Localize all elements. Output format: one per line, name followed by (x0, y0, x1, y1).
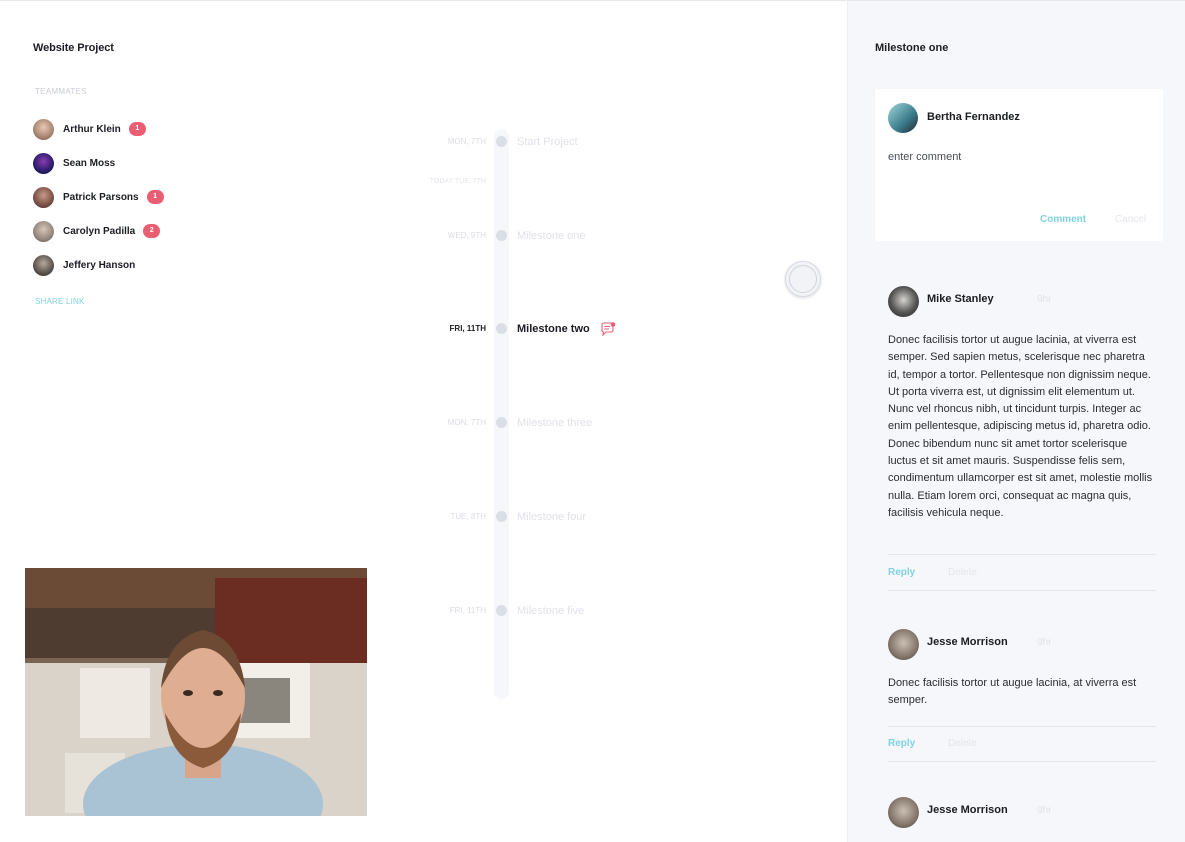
comment-button[interactable]: Comment (1040, 214, 1086, 225)
teammate-arthur-klein[interactable]: Arthur Klein 1 (33, 112, 164, 146)
avatar (888, 629, 919, 660)
milestone-label[interactable]: Milestone three (517, 417, 592, 429)
teammate-name: Arthur Klein (63, 123, 121, 135)
milestone-date: WED, 9TH (447, 231, 486, 240)
milestone-date: FRI, 11TH (449, 324, 486, 333)
divider (888, 726, 1156, 727)
milestone-dot[interactable] (496, 230, 507, 241)
cursor-indicator-button[interactable] (785, 261, 821, 297)
divider (888, 761, 1156, 762)
avatar (33, 152, 54, 174)
teammate-jeffery-hanson[interactable]: Jeffery Hanson (33, 248, 164, 282)
milestone-date: MON, 7TH (447, 137, 486, 146)
notification-badge: 1 (146, 190, 164, 204)
milestone-dot[interactable] (496, 605, 507, 616)
notification-badge: 1 (128, 122, 146, 136)
milestone-dot[interactable] (496, 511, 507, 522)
comment-author: Jesse Morrison (927, 636, 1008, 648)
milestone-label[interactable]: Milestone four (517, 511, 586, 523)
reply-button[interactable]: Reply (888, 567, 915, 578)
divider (888, 590, 1156, 591)
teammate-name: Jeffery Hanson (63, 259, 136, 271)
today-marker: TODAY TUE, 7TH (429, 178, 486, 185)
milestone-dot[interactable] (496, 136, 507, 147)
avatar (33, 118, 54, 140)
avatar (33, 254, 54, 276)
comment-time: 9hr (1037, 637, 1052, 648)
avatar (888, 286, 919, 317)
milestone-date: TUE, 8TH (450, 512, 486, 521)
avatar (33, 220, 54, 242)
notification-badge: 2 (143, 224, 161, 238)
webcam-video (25, 568, 367, 816)
comment-author: Mike Stanley (927, 293, 994, 305)
delete-button[interactable]: Delete (948, 567, 977, 578)
milestone-label[interactable]: Milestone five (517, 605, 584, 617)
divider (888, 554, 1156, 555)
comment-time: 9hr (1037, 294, 1052, 305)
comment-time: 9hr (1037, 805, 1052, 816)
comment-body: Donec facilisis tortor ut augue lacinia,… (888, 677, 1137, 707)
milestone-dot[interactable] (496, 417, 507, 428)
milestone-label[interactable]: Milestone two (517, 323, 590, 335)
share-link[interactable]: SHARE LINK (35, 297, 85, 306)
teammate-patrick-parsons[interactable]: Patrick Parsons 1 (33, 180, 164, 214)
teammate-carolyn-padilla[interactable]: Carolyn Padilla 2 (33, 214, 164, 248)
milestone-label[interactable]: Start Project (517, 136, 578, 148)
comment-composer: Bertha Fernandez Comment Cancel (875, 89, 1163, 241)
panel-title: Milestone one (875, 42, 949, 54)
composer-author: Bertha Fernandez (927, 111, 1020, 123)
comment-body: Donec facilisis tortor ut augue lacinia,… (888, 334, 1153, 519)
comment-author: Jesse Morrison (927, 804, 1008, 816)
milestone-label[interactable]: Milestone one (517, 230, 586, 242)
comments-panel: Milestone one Bertha Fernandez Comment C… (848, 0, 1185, 842)
avatar (888, 797, 919, 828)
comment-bubble-icon[interactable] (600, 322, 616, 336)
milestone-date: FRI, 11TH (449, 606, 486, 615)
project-title: Website Project (33, 42, 114, 54)
timeline-area: Website Project TEAMMATES Arthur Klein 1… (0, 0, 848, 842)
teammate-name: Carolyn Padilla (63, 225, 136, 237)
comment-input[interactable] (888, 151, 1148, 163)
avatar (33, 186, 54, 208)
cancel-button[interactable]: Cancel (1115, 214, 1146, 225)
teammate-name: Patrick Parsons (63, 191, 139, 203)
milestone-dot[interactable] (496, 323, 507, 334)
teammate-sean-moss[interactable]: Sean Moss (33, 146, 164, 180)
reply-button[interactable]: Reply (888, 738, 915, 749)
avatar (888, 103, 918, 133)
milestone-date: MON, 7TH (447, 418, 486, 427)
teammates-list: Arthur Klein 1 Sean Moss Patrick Parsons… (33, 112, 164, 282)
teammate-name: Sean Moss (63, 157, 116, 169)
delete-button[interactable]: Delete (948, 738, 977, 749)
teammates-heading: TEAMMATES (35, 87, 87, 96)
